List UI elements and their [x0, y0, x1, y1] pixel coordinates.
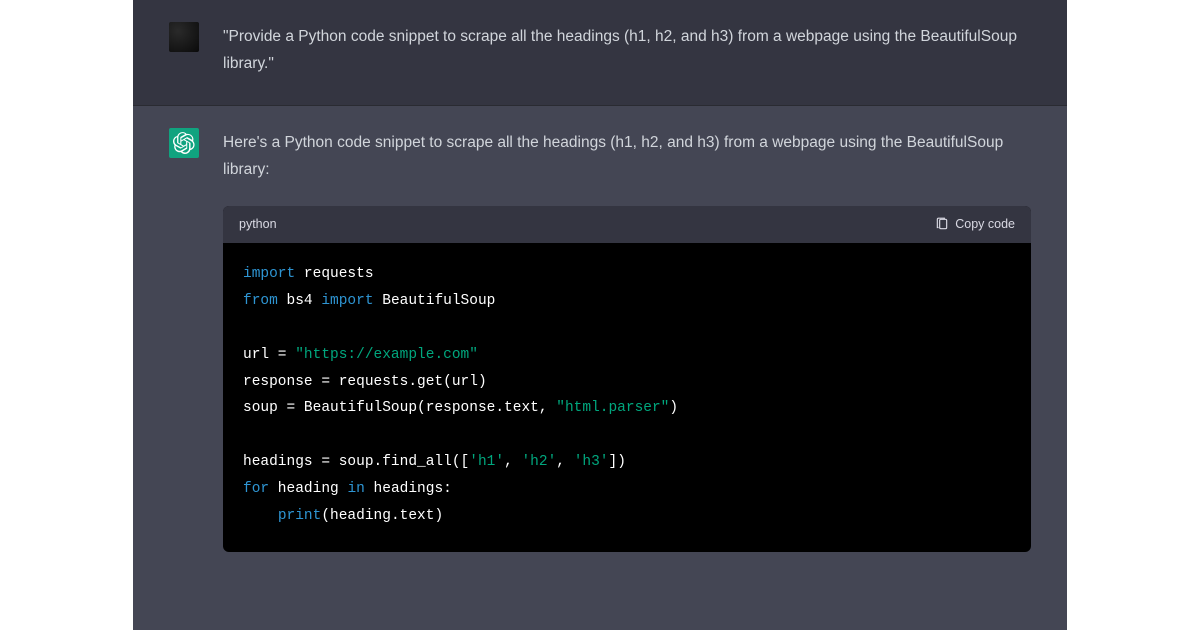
assistant-message-row: Here's a Python code snippet to scrape a… [133, 106, 1067, 630]
assistant-avatar [169, 128, 199, 158]
code-language-label: python [239, 214, 277, 236]
copy-code-button[interactable]: Copy code [935, 217, 1015, 231]
user-message-text: "Provide a Python code snippet to scrape… [223, 22, 1031, 77]
user-message-row: "Provide a Python code snippet to scrape… [133, 0, 1067, 106]
openai-logo-icon [173, 132, 195, 154]
code-content[interactable]: import requests from bs4 import Beautifu… [223, 243, 1031, 551]
code-block: python Copy code import requests from bs… [223, 206, 1031, 552]
assistant-message-body: Here's a Python code snippet to scrape a… [223, 128, 1031, 630]
copy-code-label: Copy code [955, 217, 1015, 231]
user-avatar [169, 22, 199, 52]
clipboard-icon [935, 217, 949, 231]
assistant-message-text: Here's a Python code snippet to scrape a… [223, 129, 1031, 183]
code-block-header: python Copy code [223, 206, 1031, 244]
chat-window: "Provide a Python code snippet to scrape… [133, 0, 1067, 630]
